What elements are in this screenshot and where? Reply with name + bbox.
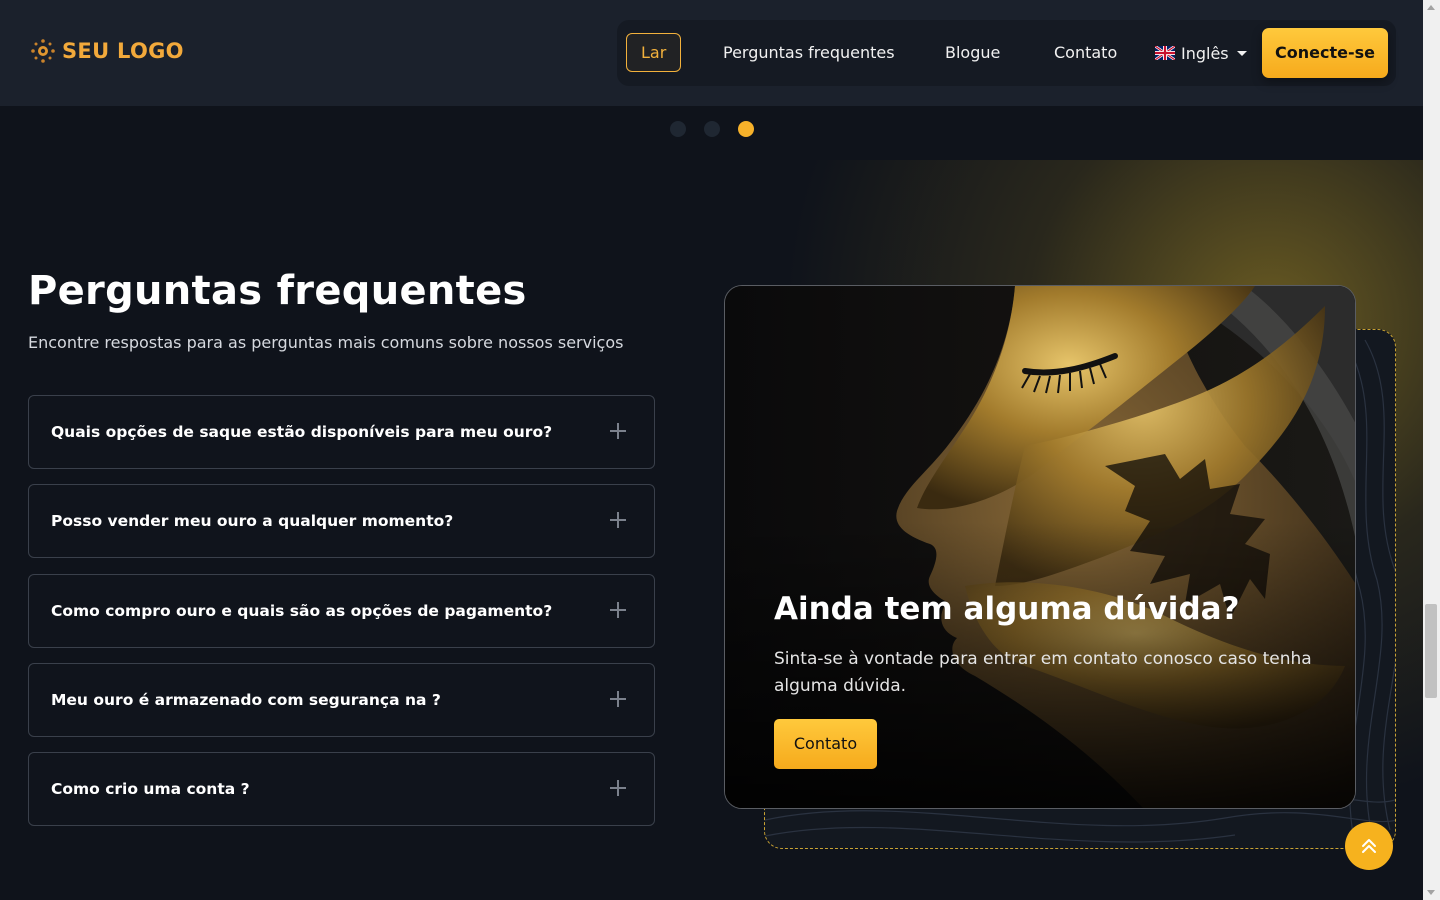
faq-title: Perguntas frequentes — [28, 268, 527, 314]
main-nav: Lar Perguntas frequentes Blogue Contato … — [617, 20, 1396, 86]
page: SEU LOGO Lar Perguntas frequentes Blogue… — [0, 0, 1440, 900]
caret-down-icon — [1236, 50, 1247, 56]
connect-button[interactable]: Conecte-se — [1262, 28, 1388, 78]
contact-button[interactable]: Contato — [774, 719, 877, 769]
carousel-dot[interactable] — [670, 121, 686, 137]
site-header: SEU LOGO Lar Perguntas frequentes Blogue… — [0, 0, 1423, 106]
plus-icon — [610, 691, 626, 707]
contact-card: Ainda tem alguma dúvida? Sinta-se à vont… — [724, 285, 1356, 809]
faq-question: Como compro ouro e quais são as opções d… — [51, 602, 553, 620]
plus-icon — [610, 780, 626, 796]
scroll-down-arrow-icon[interactable] — [1427, 890, 1435, 895]
contact-card-text: Sinta-se à vontade para entrar em contat… — [774, 649, 1312, 696]
plus-icon — [610, 423, 626, 439]
carousel-dot[interactable] — [704, 121, 720, 137]
scroll-up-arrow-icon[interactable] — [1427, 5, 1435, 10]
main-area: SEU LOGO Lar Perguntas frequentes Blogue… — [0, 0, 1423, 900]
logo[interactable]: SEU LOGO — [30, 38, 184, 64]
carousel-dots — [670, 121, 754, 137]
contact-card-title: Ainda tem alguma dúvida? — [774, 591, 1240, 627]
nav-item-home[interactable]: Lar — [626, 33, 682, 72]
faq-question: Como crio uma conta ? — [51, 780, 250, 798]
plus-icon — [610, 602, 626, 618]
faq-item[interactable]: Como crio uma conta ? — [28, 752, 655, 826]
double-chevron-up-icon — [1362, 839, 1376, 853]
scrollbar-thumb[interactable] — [1425, 604, 1437, 698]
faq-question: Posso vender meu ouro a qualquer momento… — [51, 512, 454, 530]
logo-text: SEU LOGO — [62, 39, 184, 63]
nav-item-blog[interactable]: Blogue — [945, 33, 1000, 73]
nav-item-faq[interactable]: Perguntas frequentes — [723, 33, 895, 73]
faq-question: Meu ouro é armazenado com segurança na ? — [51, 691, 441, 709]
language-label: Inglês — [1181, 43, 1229, 63]
plus-icon — [610, 512, 626, 528]
faq-item[interactable]: Como compro ouro e quais são as opções d… — [28, 574, 655, 648]
faq-subtitle: Encontre respostas para as perguntas mai… — [28, 333, 624, 352]
carousel-dot-active[interactable] — [738, 121, 754, 137]
logo-icon — [31, 39, 55, 63]
page-scrollbar[interactable] — [1423, 0, 1440, 900]
language-selector[interactable]: Inglês — [1155, 33, 1247, 73]
nav-item-contact[interactable]: Contato — [1054, 33, 1117, 73]
uk-flag-icon — [1155, 46, 1175, 60]
faq-item[interactable]: Quais opções de saque estão disponíveis … — [28, 395, 655, 469]
faq-question: Quais opções de saque estão disponíveis … — [51, 423, 553, 441]
back-to-top-button[interactable] — [1345, 822, 1393, 870]
faq-item[interactable]: Posso vender meu ouro a qualquer momento… — [28, 484, 655, 558]
faq-item[interactable]: Meu ouro é armazenado com segurança na ? — [28, 663, 655, 737]
